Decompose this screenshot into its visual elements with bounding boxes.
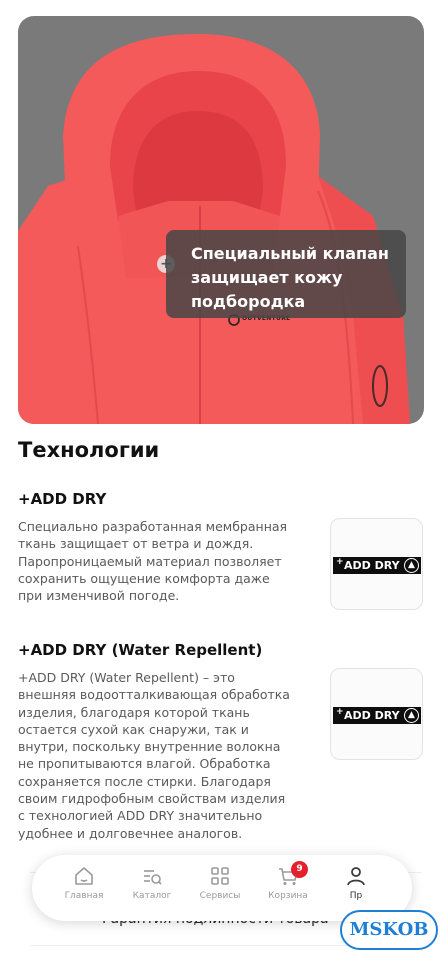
desc-line: ткань защищает от ветра и дождя. bbox=[18, 536, 254, 552]
tooltip-line: подбородка bbox=[191, 292, 306, 311]
tech-description: +ADD DRY (Water Repellent) – это внешняя… bbox=[18, 669, 320, 842]
nav-item-home[interactable]: Главная bbox=[49, 865, 119, 901]
tech-description: Специально разработанная мембранная ткан… bbox=[18, 518, 320, 604]
tech-name: +ADD DRY bbox=[18, 490, 107, 508]
profile-icon bbox=[347, 867, 365, 886]
badge-text: ADD DRY bbox=[344, 709, 400, 722]
nav-label: Корзина bbox=[268, 891, 308, 901]
desc-line: внешняя водоотталкивающая обработка bbox=[18, 687, 290, 703]
desc-line: Специально разработанная мембранная bbox=[18, 519, 288, 534]
desc-line: остается сухой как снаружи, так и bbox=[18, 721, 249, 737]
nav-item-profile[interactable]: Пр bbox=[321, 865, 391, 901]
tooltip-line: Специальный клапан bbox=[191, 244, 389, 263]
watermark-logo: MSKOB bbox=[340, 910, 438, 950]
tech-logo-card: + ADD DRY ▲ bbox=[330, 518, 423, 610]
tooltip-line: защищает кожу bbox=[191, 268, 343, 287]
desc-line: с технологией ADD DRY значительно bbox=[18, 808, 263, 824]
add-dry-badge: + ADD DRY ▲ bbox=[333, 557, 421, 574]
nav-label: Каталог bbox=[132, 891, 172, 901]
mountain-icon: ▲ bbox=[404, 708, 419, 723]
desc-line: не пропитываются влагой. Обработка bbox=[18, 756, 271, 772]
product-image[interactable]: OUTVENTURE + Специальный клапан защищает… bbox=[18, 16, 424, 424]
nav-item-services[interactable]: Сервисы bbox=[185, 865, 255, 901]
tech-name: +ADD DRY (Water Repellent) bbox=[18, 641, 263, 659]
section-title: Технологии bbox=[18, 438, 160, 462]
desc-line: своим гидрофобным свойствам изделия bbox=[18, 791, 286, 807]
nav-label: Сервисы bbox=[199, 891, 241, 901]
jacket-illustration bbox=[18, 34, 410, 424]
cart-count-badge: 9 bbox=[291, 861, 308, 878]
desc-line: изделия, благодаря которой ткань bbox=[18, 704, 250, 720]
desc-line: внутри, поскольку внутренние волокна bbox=[18, 739, 281, 755]
desc-line: +ADD DRY (Water Repellent) – это bbox=[18, 670, 235, 685]
nav-item-cart[interactable]: 9 Корзина bbox=[253, 861, 323, 901]
desc-line: удобнее и долговечнее аналогов. bbox=[18, 825, 243, 841]
catalog-icon bbox=[144, 870, 162, 885]
tech-logo-card: + ADD DRY ▲ bbox=[330, 668, 423, 760]
desc-line: сохранить ощущение комфорта даже bbox=[18, 570, 270, 586]
desc-line: Паропроницаемый материал позволяет bbox=[18, 553, 282, 569]
badge-text: ADD DRY bbox=[344, 559, 400, 572]
desc-line: при изменчивой погоде. bbox=[18, 588, 180, 604]
feature-tooltip: Специальный клапан защищает кожу подборо… bbox=[166, 230, 406, 318]
services-icon bbox=[211, 867, 229, 885]
add-dry-badge: + ADD DRY ▲ bbox=[333, 707, 421, 724]
mountain-icon: ▲ bbox=[404, 558, 419, 573]
desc-line: сохраняется после стирки. Благодаря bbox=[18, 773, 271, 789]
nav-label: Главная bbox=[64, 891, 104, 901]
nav-label: Пр bbox=[349, 891, 363, 901]
nav-item-catalog[interactable]: Каталог bbox=[117, 865, 187, 901]
home-icon bbox=[75, 867, 93, 885]
